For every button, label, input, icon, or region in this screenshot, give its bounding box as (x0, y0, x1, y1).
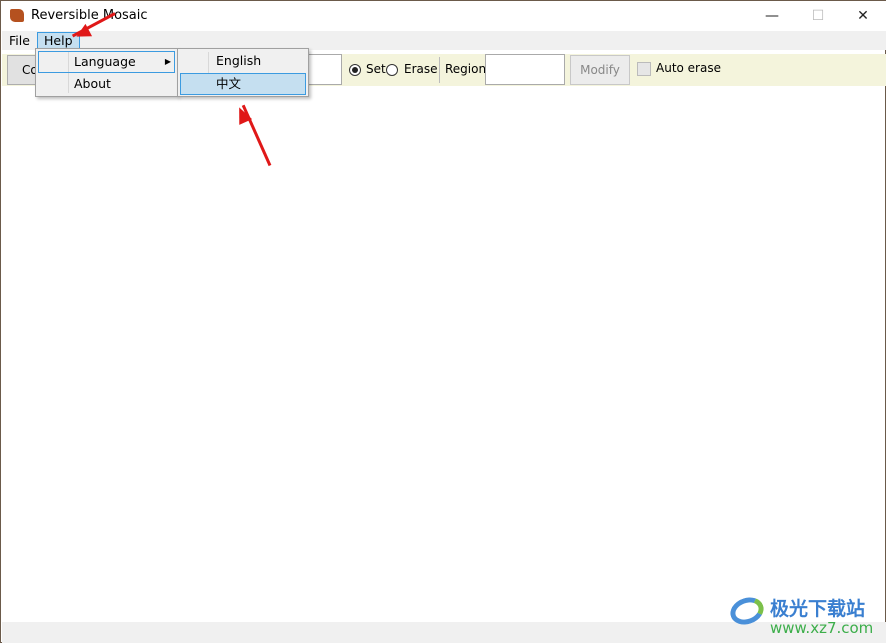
watermark-logo-icon (726, 592, 768, 630)
window-title: Reversible Mosaic (31, 8, 148, 23)
radio-erase[interactable] (386, 64, 398, 76)
watermark-url: www.xz7.com (770, 619, 874, 637)
menu-item-english[interactable]: English (180, 51, 306, 73)
region-label: Region (445, 62, 487, 76)
maximize-button[interactable]: ☐ (795, 1, 841, 31)
submenu-arrow-icon: ▶ (164, 57, 171, 66)
radio-set[interactable] (349, 64, 361, 76)
region-input[interactable] (485, 54, 565, 85)
app-icon (10, 9, 24, 22)
divider (439, 57, 440, 83)
modify-button[interactable]: Modify (570, 55, 630, 85)
menu-file[interactable]: File (3, 32, 36, 50)
title-bar: Reversible Mosaic — ☐ ✕ (1, 1, 886, 31)
minimize-button[interactable]: — (749, 1, 795, 31)
language-submenu: English 中文 (177, 48, 309, 97)
auto-erase-label: Auto erase (656, 61, 721, 75)
help-dropdown: Language ▶ About (35, 48, 178, 97)
language-label: Language (74, 54, 136, 69)
radio-set-label: Set (366, 62, 386, 76)
radio-erase-label: Erase (404, 62, 438, 76)
close-button[interactable]: ✕ (840, 1, 886, 31)
menu-item-about[interactable]: About (38, 74, 175, 96)
watermark-name: 极光下载站 (770, 598, 866, 620)
menu-item-chinese[interactable]: 中文 (180, 73, 306, 95)
menu-item-language[interactable]: Language ▶ (38, 51, 175, 73)
auto-erase-checkbox[interactable] (637, 62, 651, 76)
